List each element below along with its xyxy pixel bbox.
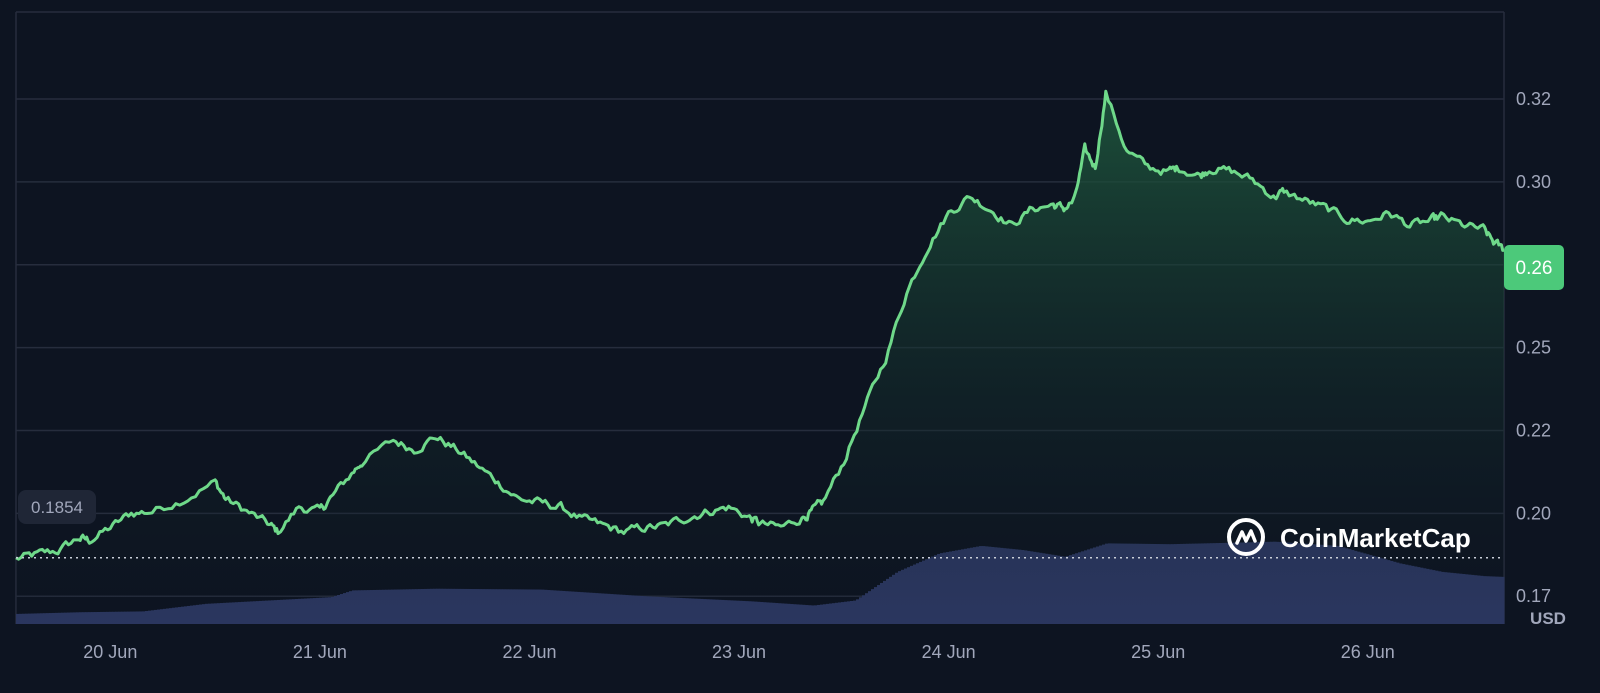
y-tick-label: 0.22 bbox=[1516, 420, 1551, 440]
unit-label: USD bbox=[1530, 609, 1566, 628]
y-tick-label: 0.20 bbox=[1516, 503, 1551, 523]
y-tick-label: 0.32 bbox=[1516, 89, 1551, 109]
brand-name: CoinMarketCap bbox=[1280, 523, 1471, 553]
current-price-badge: 0.26 bbox=[1504, 245, 1564, 290]
x-axis-ticks: 20 Jun 21 Jun 22 Jun 23 Jun 24 Jun 25 Jun 26 J… bbox=[83, 642, 1395, 662]
x-tick-label: 26 Jun bbox=[1341, 642, 1395, 662]
y-tick-label: 0.17 bbox=[1516, 586, 1551, 606]
x-tick-label: 20 Jun bbox=[83, 642, 137, 662]
price-chart[interactable]: 0.320.300.270.250.220.200.17 20 Jun21 Ju… bbox=[0, 0, 1600, 693]
x-tick-label: 24 Jun bbox=[922, 642, 976, 662]
y-tick-label: 0.30 bbox=[1516, 172, 1551, 192]
start-price-badge: 0.1854 bbox=[18, 490, 96, 524]
chart-svg[interactable]: 0.320.300.270.250.220.200.17 20 Jun21 Ju… bbox=[0, 0, 1600, 693]
x-tick-label: 25 Jun bbox=[1131, 642, 1185, 662]
y-tick-label: 0.25 bbox=[1516, 338, 1551, 358]
y-axis-ticks: 0.320.300.270.250.220.200.17 bbox=[1516, 89, 1551, 606]
x-tick-label: 22 Jun bbox=[502, 642, 556, 662]
current-price-value: 0.26 bbox=[1516, 258, 1553, 279]
x-tick-label: 23 Jun bbox=[712, 642, 766, 662]
start-price-value: 0.1854 bbox=[31, 498, 83, 517]
x-tick-label: 21 Jun bbox=[293, 642, 347, 662]
